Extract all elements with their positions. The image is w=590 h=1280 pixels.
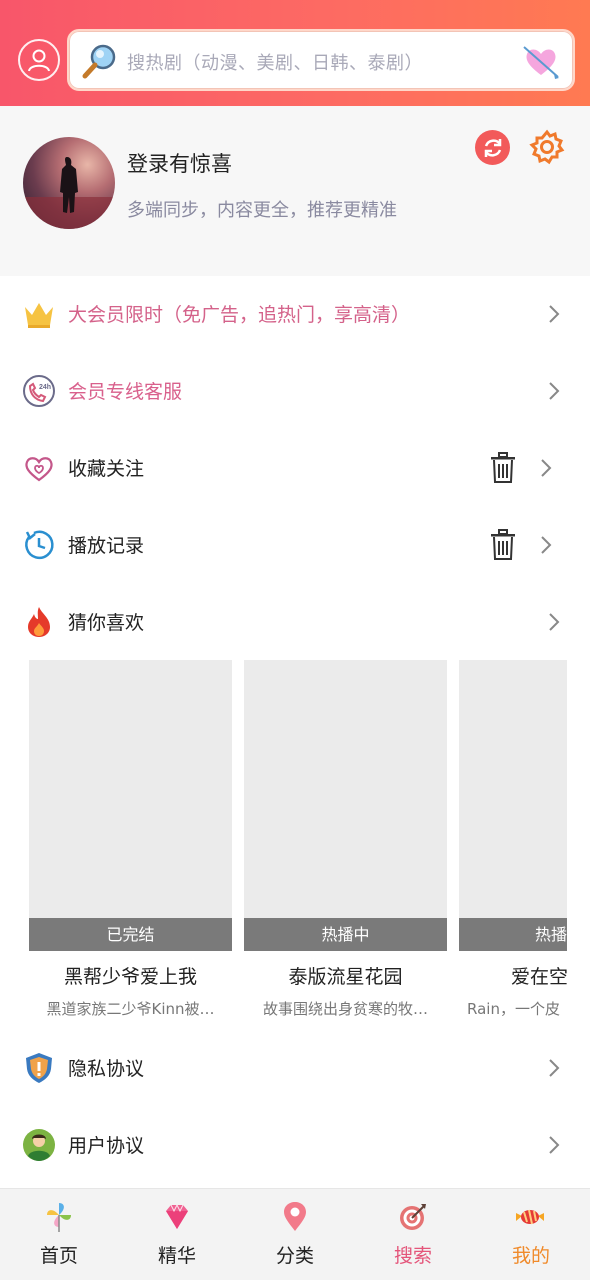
card-description: Rain，一个皮 xyxy=(467,1000,560,1018)
recommendation-carousel[interactable]: 已完结 黑帮少爷爱上我 黑道家族二少爷Kinn被… 热播中 泰版流星花园 故事围… xyxy=(0,660,590,1030)
nav-label: 我的 xyxy=(511,1245,550,1267)
card-title: 黑帮少爷爱上我 xyxy=(63,966,197,988)
top-header: 搜热剧（动漫、美剧、日韩、泰剧） xyxy=(0,0,590,106)
privacy-label: 隐私协议 xyxy=(68,1058,145,1080)
nav-mine[interactable]: 我的 xyxy=(472,1189,590,1280)
heart-arrow-icon xyxy=(523,46,559,79)
chevron-right-icon xyxy=(549,305,560,323)
history-clock-icon xyxy=(25,530,54,560)
location-pin-icon xyxy=(284,1202,306,1231)
user-avatar-icon xyxy=(23,1129,55,1161)
nav-label: 分类 xyxy=(275,1245,314,1267)
search-input[interactable]: 搜热剧（动漫、美剧、日韩、泰剧） xyxy=(67,29,575,91)
recommendation-card[interactable]: 热播 爱在空 Rain，一个皮 xyxy=(459,660,567,1030)
chevron-right-icon xyxy=(549,1059,560,1077)
nav-category[interactable]: 分类 xyxy=(236,1189,354,1280)
nav-search[interactable]: 搜索 xyxy=(354,1189,472,1280)
card-title: 泰版流星花园 xyxy=(288,966,403,988)
card-status: 已完结 xyxy=(29,918,232,951)
trash-icon[interactable] xyxy=(489,529,517,561)
customer-service-row[interactable]: 24h 会员专线客服 xyxy=(0,353,590,430)
card-thumbnail xyxy=(29,660,232,918)
chevron-right-icon xyxy=(549,1136,560,1154)
card-status: 热播中 xyxy=(244,918,447,951)
favorites-row[interactable]: 收藏关注 xyxy=(0,430,590,507)
card-title: 爱在空 xyxy=(511,966,567,988)
sync-icon xyxy=(484,138,501,157)
privacy-row[interactable]: 隐私协议 xyxy=(0,1030,590,1107)
profile-section: 登录有惊喜 多端同步，内容更全，推荐更精准 xyxy=(0,106,590,276)
card-description: 故事围绕出身贫寒的牧… xyxy=(262,1000,428,1018)
nav-label: 精华 xyxy=(157,1245,196,1267)
card-status: 热播 xyxy=(459,918,567,951)
vip-row[interactable]: 大会员限时（免广告，追热门，享高清） xyxy=(0,276,590,353)
nav-label: 首页 xyxy=(39,1245,78,1267)
guess-you-like-row[interactable]: 猜你喜欢 xyxy=(0,584,590,661)
phone-24h-icon: 24h xyxy=(23,375,55,407)
bottom-navigation: 首页 精华 分类 搜索 我的 xyxy=(0,1188,590,1280)
card-thumbnail xyxy=(459,660,567,918)
card-thumbnail xyxy=(244,660,447,918)
fire-icon xyxy=(28,607,50,637)
nav-featured[interactable]: 精华 xyxy=(118,1189,236,1280)
trash-icon[interactable] xyxy=(489,452,517,484)
vip-label: 大会员限时（免广告，追热门，享高清） xyxy=(68,304,411,326)
sync-button[interactable] xyxy=(475,130,510,165)
magnifier-icon xyxy=(82,44,116,79)
nav-label: 搜索 xyxy=(393,1245,432,1267)
profile-title[interactable]: 登录有惊喜 xyxy=(127,148,232,178)
chevron-right-icon xyxy=(549,382,560,400)
chevron-right-icon xyxy=(541,536,552,554)
svg-text:24h: 24h xyxy=(39,384,51,391)
chevron-right-icon xyxy=(541,459,552,477)
search-placeholder: 搜热剧（动漫、美剧、日韩、泰剧） xyxy=(127,53,423,74)
target-icon xyxy=(400,1204,426,1230)
shield-icon xyxy=(26,1053,52,1083)
history-row[interactable]: 播放记录 xyxy=(0,507,590,584)
profile-avatar[interactable] xyxy=(23,137,115,229)
user-agreement-label: 用户协议 xyxy=(68,1135,145,1157)
card-description: 黑道家族二少爷Kinn被… xyxy=(46,1000,215,1018)
profile-subtitle: 多端同步，内容更全，推荐更精准 xyxy=(127,200,397,221)
candy-icon xyxy=(516,1209,544,1225)
user-agreement-row[interactable]: 用户协议 xyxy=(0,1107,590,1184)
pinwheel-icon xyxy=(47,1203,71,1232)
recommendation-card[interactable]: 已完结 黑帮少爷爱上我 黑道家族二少爷Kinn被… xyxy=(29,660,232,1030)
user-icon xyxy=(28,49,50,72)
history-label: 播放记录 xyxy=(68,535,145,557)
user-avatar-button[interactable] xyxy=(18,39,60,81)
diamond-icon xyxy=(166,1203,188,1229)
favorites-label: 收藏关注 xyxy=(68,458,145,480)
crown-icon xyxy=(25,303,53,328)
service-label: 会员专线客服 xyxy=(68,381,183,403)
recommendation-card[interactable]: 热播中 泰版流星花园 故事围绕出身贫寒的牧… xyxy=(244,660,447,1030)
chevron-right-icon xyxy=(549,613,560,631)
gear-icon[interactable] xyxy=(529,129,565,165)
heart-outline-icon xyxy=(25,457,53,482)
avatar-image xyxy=(23,157,115,229)
guess-label: 猜你喜欢 xyxy=(68,612,145,634)
nav-home[interactable]: 首页 xyxy=(0,1189,118,1280)
